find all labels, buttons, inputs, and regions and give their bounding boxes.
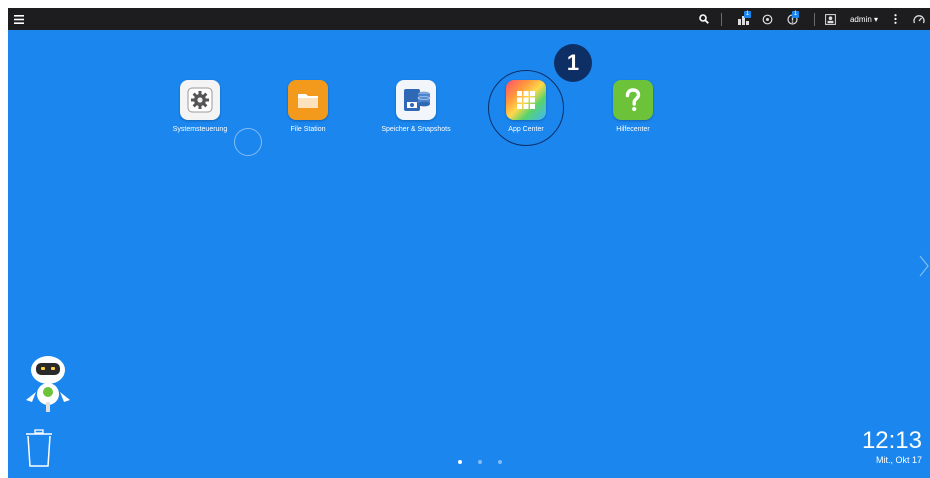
more-icon [893,14,897,24]
app-center-highlight-ring [488,70,564,146]
external-devices-button[interactable] [758,8,776,30]
helpdesk-robot-icon[interactable] [20,352,76,414]
storage-snapshots-tile [396,80,436,120]
page-dot[interactable] [498,460,502,464]
step-callout: 1 [554,44,592,82]
file-station-tile [288,80,328,120]
more-options-button[interactable] [888,8,902,30]
app-speicher-snapshots[interactable]: Speicher & Snapshots [361,80,471,150]
help-center-tile [613,80,653,120]
folder-icon [298,94,318,108]
gear-icon [187,87,213,113]
menu-button[interactable] [10,8,28,30]
external-devices-icon [762,14,772,24]
page-dot[interactable] [458,460,462,464]
taskbar-separator [814,13,815,26]
user-menu[interactable]: admin ▾ [844,8,884,30]
app-label: Hilfecenter [616,126,650,133]
menu-icon [14,14,24,24]
chevron-right-icon[interactable] [918,254,930,278]
user-icon [824,13,836,25]
app-label: Speicher & Snapshots [381,126,451,133]
search-icon [699,14,709,24]
taskbar-separator [721,13,722,26]
question-mark-icon [625,88,641,112]
clock-time: 12:13 [861,427,922,454]
events-badge: 1 [792,11,799,18]
user-name: admin ▾ [849,14,879,24]
event-notifications-button[interactable]: 1 [782,8,802,30]
dashboard-icon [913,14,925,23]
background-tasks-button[interactable]: 1 [734,8,754,30]
trash-icon[interactable] [24,428,54,468]
page-indicator [448,458,502,466]
app-label: File Station [290,126,326,133]
cursor-indicator [234,128,262,156]
taskbar: 1 1 admin ▾ [8,8,930,30]
tasks-badge: 1 [744,11,751,18]
app-file-station[interactable]: File Station [253,80,363,150]
app-hilfecenter[interactable]: Hilfecenter [578,80,688,150]
desktop-clock: 12:13 Mit., Okt 17 [862,428,922,466]
dashboard-button[interactable] [910,8,928,30]
search-button[interactable] [696,8,712,30]
page-dot[interactable] [478,460,482,464]
desktop: 1 1 admin ▾ Systemsteuerung File Station… [8,8,930,478]
clock-date: Mit., Okt 17 [875,455,922,465]
control-panel-tile [180,80,220,120]
user-avatar-button[interactable] [822,8,838,30]
storage-icon [404,89,431,111]
